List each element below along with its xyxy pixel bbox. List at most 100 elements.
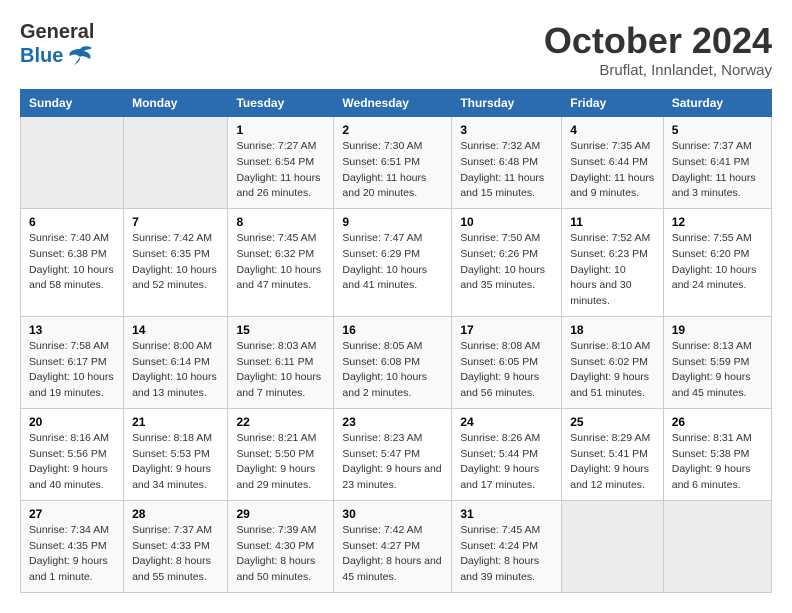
calendar-cell: 16 Sunrise: 8:05 AMSunset: 6:08 PMDayligh… xyxy=(334,316,452,408)
day-detail: Sunrise: 7:40 AMSunset: 6:38 PMDaylight:… xyxy=(29,231,115,294)
day-detail: Sunrise: 8:05 AMSunset: 6:08 PMDaylight:… xyxy=(342,339,443,402)
day-number: 23 xyxy=(342,415,443,429)
calendar-week-row: 1 Sunrise: 7:27 AMSunset: 6:54 PMDaylight… xyxy=(21,117,772,209)
day-number: 4 xyxy=(570,123,655,137)
day-detail: Sunrise: 7:58 AMSunset: 6:17 PMDaylight:… xyxy=(29,339,115,402)
weekday-header-sunday: Sunday xyxy=(21,90,124,117)
day-number: 16 xyxy=(342,323,443,337)
weekday-header-row: SundayMondayTuesdayWednesdayThursdayFrid… xyxy=(21,90,772,117)
header: General Blue October 2024 Bruflat, Innla… xyxy=(20,20,772,79)
day-detail: Sunrise: 7:30 AMSunset: 6:51 PMDaylight:… xyxy=(342,139,443,202)
logo-text: General Blue xyxy=(20,20,94,68)
calendar-cell: 23Sunrise: 8:23 AMSunset: 5:47 PMDayligh… xyxy=(334,408,452,500)
day-number: 15 xyxy=(236,323,325,337)
calendar-cell: 4Sunrise: 7:35 AMSunset: 6:44 PMDaylight… xyxy=(562,117,664,209)
logo-bird-icon xyxy=(66,45,94,67)
day-number: 3 xyxy=(460,123,553,137)
day-number: 5 xyxy=(672,123,763,137)
calendar-cell: 12 Sunrise: 7:55 AMSunset: 6:20 PMDayligh… xyxy=(663,209,771,317)
calendar-cell: 5 Sunrise: 7:37 AMSunset: 6:41 PMDaylight… xyxy=(663,117,771,209)
day-number: 2 xyxy=(342,123,443,137)
day-number: 19 xyxy=(672,323,763,337)
day-detail: Sunrise: 7:52 AMSunset: 6:23 PMDaylight:… xyxy=(570,231,655,310)
day-number: 27 xyxy=(29,507,115,521)
day-detail: Sunrise: 7:32 AMSunset: 6:48 PMDaylight:… xyxy=(460,139,553,202)
day-detail: Sunrise: 7:37 AMSunset: 4:33 PMDaylight:… xyxy=(132,523,219,586)
calendar-cell: 11 Sunrise: 7:52 AMSunset: 6:23 PMDayligh… xyxy=(562,209,664,317)
day-detail: Sunrise: 8:10 AMSunset: 6:02 PMDaylight:… xyxy=(570,339,655,402)
calendar-cell: 29 Sunrise: 7:39 AMSunset: 4:30 PMDayligh… xyxy=(228,500,334,592)
logo: General Blue xyxy=(20,20,94,68)
day-number: 24 xyxy=(460,415,553,429)
calendar-cell: 30Sunrise: 7:42 AMSunset: 4:27 PMDayligh… xyxy=(334,500,452,592)
day-detail: Sunrise: 7:50 AMSunset: 6:26 PMDaylight:… xyxy=(460,231,553,294)
calendar-cell: 20 Sunrise: 8:16 AMSunset: 5:56 PMDayligh… xyxy=(21,408,124,500)
day-number: 20 xyxy=(29,415,115,429)
day-number: 18 xyxy=(570,323,655,337)
calendar-cell: 9Sunrise: 7:47 AMSunset: 6:29 PMDaylight… xyxy=(334,209,452,317)
weekday-header-wednesday: Wednesday xyxy=(334,90,452,117)
day-detail: Sunrise: 8:13 AMSunset: 5:59 PMDaylight:… xyxy=(672,339,763,402)
day-detail: Sunrise: 8:21 AMSunset: 5:50 PMDaylight:… xyxy=(236,431,325,494)
calendar-cell xyxy=(663,500,771,592)
page-title: October 2024 xyxy=(544,20,772,62)
calendar-cell: 17 Sunrise: 8:08 AMSunset: 6:05 PMDayligh… xyxy=(452,316,562,408)
day-detail: Sunrise: 7:34 AMSunset: 4:35 PMDaylight:… xyxy=(29,523,115,586)
calendar-cell: 8 Sunrise: 7:45 AMSunset: 6:32 PMDaylight… xyxy=(228,209,334,317)
weekday-header-tuesday: Tuesday xyxy=(228,90,334,117)
day-number: 7 xyxy=(132,215,219,229)
calendar-cell: 6 Sunrise: 7:40 AMSunset: 6:38 PMDaylight… xyxy=(21,209,124,317)
day-number: 14 xyxy=(132,323,219,337)
day-number: 17 xyxy=(460,323,553,337)
day-detail: Sunrise: 8:18 AMSunset: 5:53 PMDaylight:… xyxy=(132,431,219,494)
calendar-cell: 25 Sunrise: 8:29 AMSunset: 5:41 PMDayligh… xyxy=(562,408,664,500)
calendar-cell: 1 Sunrise: 7:27 AMSunset: 6:54 PMDaylight… xyxy=(228,117,334,209)
title-area: October 2024 Bruflat, Innlandet, Norway xyxy=(544,20,772,79)
calendar-cell: 13Sunrise: 7:58 AMSunset: 6:17 PMDayligh… xyxy=(21,316,124,408)
page-subtitle: Bruflat, Innlandet, Norway xyxy=(544,62,772,79)
day-detail: Sunrise: 7:55 AMSunset: 6:20 PMDaylight:… xyxy=(672,231,763,294)
calendar-cell: 21Sunrise: 8:18 AMSunset: 5:53 PMDayligh… xyxy=(124,408,228,500)
day-detail: Sunrise: 7:42 AMSunset: 6:35 PMDaylight:… xyxy=(132,231,219,294)
day-number: 10 xyxy=(460,215,553,229)
weekday-header-monday: Monday xyxy=(124,90,228,117)
calendar-cell: 28 Sunrise: 7:37 AMSunset: 4:33 PMDayligh… xyxy=(124,500,228,592)
calendar-cell: 24Sunrise: 8:26 AMSunset: 5:44 PMDayligh… xyxy=(452,408,562,500)
calendar-week-row: 13Sunrise: 7:58 AMSunset: 6:17 PMDayligh… xyxy=(21,316,772,408)
day-detail: Sunrise: 8:08 AMSunset: 6:05 PMDaylight:… xyxy=(460,339,553,402)
calendar-cell xyxy=(562,500,664,592)
calendar-cell: 27 Sunrise: 7:34 AMSunset: 4:35 PMDayligh… xyxy=(21,500,124,592)
day-number: 31 xyxy=(460,507,553,521)
day-detail: Sunrise: 7:27 AMSunset: 6:54 PMDaylight:… xyxy=(236,139,325,202)
calendar-week-row: 6 Sunrise: 7:40 AMSunset: 6:38 PMDaylight… xyxy=(21,209,772,317)
day-detail: Sunrise: 7:47 AMSunset: 6:29 PMDaylight:… xyxy=(342,231,443,294)
calendar-cell: 15 Sunrise: 8:03 AMSunset: 6:11 PMDayligh… xyxy=(228,316,334,408)
day-detail: Sunrise: 7:45 AMSunset: 6:32 PMDaylight:… xyxy=(236,231,325,294)
calendar-table: SundayMondayTuesdayWednesdayThursdayFrid… xyxy=(20,89,772,593)
day-number: 29 xyxy=(236,507,325,521)
day-detail: Sunrise: 7:42 AMSunset: 4:27 PMDaylight:… xyxy=(342,523,443,586)
calendar-cell: 2 Sunrise: 7:30 AMSunset: 6:51 PMDaylight… xyxy=(334,117,452,209)
calendar-cell: 19 Sunrise: 8:13 AMSunset: 5:59 PMDayligh… xyxy=(663,316,771,408)
calendar-week-row: 20 Sunrise: 8:16 AMSunset: 5:56 PMDayligh… xyxy=(21,408,772,500)
day-number: 25 xyxy=(570,415,655,429)
day-number: 6 xyxy=(29,215,115,229)
day-detail: Sunrise: 7:37 AMSunset: 6:41 PMDaylight:… xyxy=(672,139,763,202)
calendar-week-row: 27 Sunrise: 7:34 AMSunset: 4:35 PMDayligh… xyxy=(21,500,772,592)
day-detail: Sunrise: 8:00 AMSunset: 6:14 PMDaylight:… xyxy=(132,339,219,402)
day-detail: Sunrise: 8:29 AMSunset: 5:41 PMDaylight:… xyxy=(570,431,655,494)
day-number: 8 xyxy=(236,215,325,229)
weekday-header-thursday: Thursday xyxy=(452,90,562,117)
calendar-cell: 14 Sunrise: 8:00 AMSunset: 6:14 PMDayligh… xyxy=(124,316,228,408)
day-number: 28 xyxy=(132,507,219,521)
day-detail: Sunrise: 8:16 AMSunset: 5:56 PMDaylight:… xyxy=(29,431,115,494)
day-detail: Sunrise: 7:45 AMSunset: 4:24 PMDaylight:… xyxy=(460,523,553,586)
day-number: 26 xyxy=(672,415,763,429)
day-number: 1 xyxy=(236,123,325,137)
day-number: 11 xyxy=(570,215,655,229)
day-detail: Sunrise: 8:03 AMSunset: 6:11 PMDaylight:… xyxy=(236,339,325,402)
day-number: 12 xyxy=(672,215,763,229)
calendar-cell xyxy=(21,117,124,209)
day-detail: Sunrise: 7:39 AMSunset: 4:30 PMDaylight:… xyxy=(236,523,325,586)
day-detail: Sunrise: 8:31 AMSunset: 5:38 PMDaylight:… xyxy=(672,431,763,494)
